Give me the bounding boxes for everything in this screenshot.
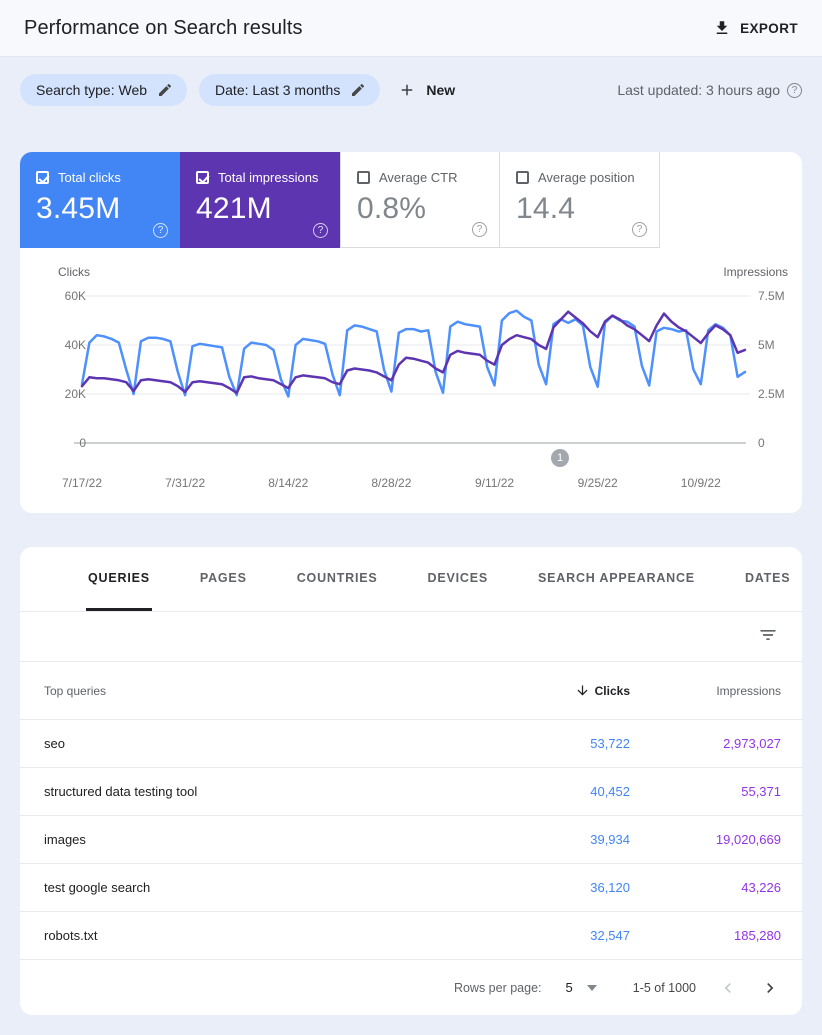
- annotation-badge[interactable]: 1: [551, 449, 569, 467]
- download-icon: [713, 19, 731, 37]
- last-updated-text: Last updated: 3 hours ago: [617, 82, 780, 98]
- search-type-chip[interactable]: Search type: Web: [20, 74, 187, 106]
- column-header-clicks[interactable]: Clicks: [490, 683, 630, 698]
- filter-icon: [758, 625, 778, 645]
- x-axis-tick-label: 10/9/22: [681, 476, 721, 490]
- chevron-right-icon: [760, 978, 780, 998]
- right-axis-tick: 7.5M: [758, 289, 785, 303]
- right-axis-tick: 2.5M: [758, 387, 785, 401]
- export-label: EXPORT: [740, 21, 798, 36]
- x-axis-tick-label: 7/17/22: [62, 476, 102, 490]
- x-axis-tick-label: 9/25/22: [578, 476, 618, 490]
- plus-icon: [398, 81, 416, 99]
- tab-devices[interactable]: DEVICES: [426, 547, 490, 611]
- tab-pages[interactable]: PAGES: [198, 547, 249, 611]
- query-cell: robots.txt: [44, 928, 490, 943]
- table-row[interactable]: structured data testing tool40,45255,371: [20, 768, 802, 816]
- table-header-row: Top queries Clicks Impressions: [20, 662, 802, 720]
- clicks-cell: 39,934: [490, 832, 630, 847]
- left-axis-tick: 0: [20, 436, 86, 450]
- new-filter-button[interactable]: New: [398, 81, 455, 99]
- table-row[interactable]: seo53,7222,973,027: [20, 720, 802, 768]
- timeseries-chart[interactable]: [20, 152, 802, 513]
- x-axis-tick-label: 8/14/22: [268, 476, 308, 490]
- pagination-range: 1-5 of 1000: [633, 981, 696, 995]
- impressions-cell: 43,226: [630, 880, 781, 895]
- impressions-cell: 185,280: [630, 928, 781, 943]
- last-updated: Last updated: 3 hours ago: [617, 82, 802, 98]
- query-cell: structured data testing tool: [44, 784, 490, 799]
- table-row[interactable]: test google search36,12043,226: [20, 864, 802, 912]
- clicks-line: [82, 311, 745, 397]
- left-axis-tick: 60K: [20, 289, 86, 303]
- rows-per-page-value[interactable]: 5: [566, 980, 573, 995]
- query-cell: seo: [44, 736, 490, 751]
- impressions-cell: 55,371: [630, 784, 781, 799]
- right-axis-title: Impressions: [723, 265, 788, 279]
- performance-chart-panel: Total clicks 3.45M Total impressions 421…: [20, 152, 802, 513]
- clicks-cell: 40,452: [490, 784, 630, 799]
- clicks-cell: 32,547: [490, 928, 630, 943]
- tab-dates[interactable]: DATES: [743, 547, 792, 611]
- right-axis-tick: 0: [758, 436, 765, 450]
- column-header-clicks-label: Clicks: [595, 684, 630, 698]
- tab-queries[interactable]: QUERIES: [86, 547, 152, 611]
- right-axis-tick: 5M: [758, 338, 775, 352]
- table-row[interactable]: images39,93419,020,669: [20, 816, 802, 864]
- impressions-cell: 2,973,027: [630, 736, 781, 751]
- column-header-top-queries[interactable]: Top queries: [44, 684, 490, 698]
- left-axis-tick: 40K: [20, 338, 86, 352]
- x-axis-tick-label: 9/11/22: [475, 476, 514, 490]
- page-title: Performance on Search results: [24, 17, 303, 40]
- tab-countries[interactable]: COUNTRIES: [295, 547, 380, 611]
- column-header-impressions[interactable]: Impressions: [630, 684, 781, 698]
- left-axis-title: Clicks: [58, 265, 90, 279]
- new-filter-label: New: [426, 82, 455, 98]
- rows-per-page-label: Rows per page:: [454, 981, 542, 995]
- filter-bar: Search type: Web Date: Last 3 months New…: [0, 57, 822, 123]
- clicks-cell: 36,120: [490, 880, 630, 895]
- rows-per-page-dropdown-icon[interactable]: [587, 985, 597, 991]
- sort-arrow-down-icon: [575, 683, 590, 698]
- help-icon[interactable]: [787, 83, 802, 98]
- query-cell: images: [44, 832, 490, 847]
- query-cell: test google search: [44, 880, 490, 895]
- tab-search-appearance[interactable]: SEARCH APPEARANCE: [536, 547, 697, 611]
- date-chip-label: Date: Last 3 months: [215, 82, 340, 98]
- top-bar: Performance on Search results EXPORT: [0, 0, 822, 57]
- x-axis-tick-label: 7/31/22: [165, 476, 205, 490]
- next-page-button[interactable]: [760, 978, 780, 998]
- clicks-cell: 53,722: [490, 736, 630, 751]
- table-body: seo53,7222,973,027structured data testin…: [20, 720, 802, 960]
- table-toolbar: [20, 612, 802, 662]
- impressions-cell: 19,020,669: [630, 832, 781, 847]
- table-row[interactable]: robots.txt32,547185,280: [20, 912, 802, 960]
- export-button[interactable]: EXPORT: [713, 19, 798, 37]
- dimensions-table-panel: QUERIES PAGES COUNTRIES DEVICES SEARCH A…: [20, 547, 802, 1015]
- filter-table-button[interactable]: [758, 625, 778, 645]
- previous-page-button[interactable]: [718, 978, 738, 998]
- x-axis-tick-label: 8/28/22: [371, 476, 411, 490]
- pencil-icon: [157, 82, 173, 98]
- chevron-left-icon: [718, 978, 738, 998]
- left-axis-tick: 20K: [20, 387, 86, 401]
- date-chip[interactable]: Date: Last 3 months: [199, 74, 380, 106]
- search-type-chip-label: Search type: Web: [36, 82, 147, 98]
- pencil-icon: [350, 82, 366, 98]
- pagination-bar: Rows per page: 5 1-5 of 1000: [20, 960, 802, 1015]
- dimension-tabs: QUERIES PAGES COUNTRIES DEVICES SEARCH A…: [20, 547, 802, 612]
